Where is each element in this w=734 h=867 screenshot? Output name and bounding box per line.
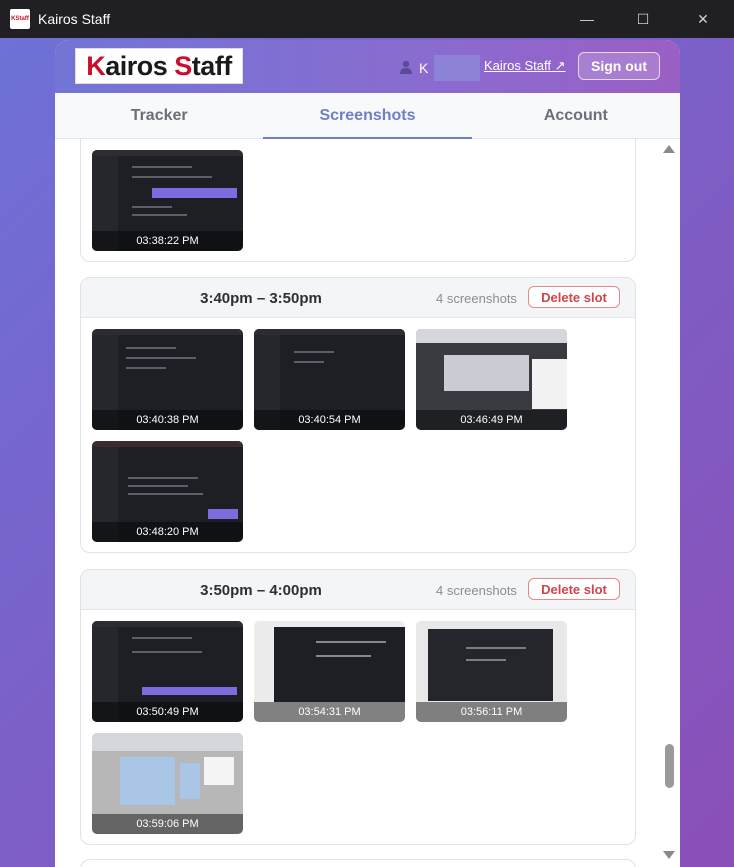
scroll-down-arrow[interactable] xyxy=(663,851,675,859)
app-header: Kairos Staff K Kairos Staff ↗ Sign out xyxy=(55,40,680,93)
slot-screenshot-count: 4 screenshots xyxy=(436,291,517,306)
tab-screenshots[interactable]: Screenshots xyxy=(263,93,472,139)
delete-slot-button[interactable]: Delete slot xyxy=(528,578,620,600)
screenshot-time: 03:59:06 PM xyxy=(92,814,243,834)
screenshot-time: 03:50:49 PM xyxy=(92,702,243,722)
slot-header: 3:50pm – 4:00pm 4 screenshots Delete slo… xyxy=(81,570,635,610)
screenshot-thumbnail[interactable]: 03:46:49 PM xyxy=(416,329,567,430)
slot-time-range: 3:40pm – 3:50pm xyxy=(200,290,322,307)
user-info: K xyxy=(399,55,481,81)
screenshot-thumbnail[interactable]: 03:48:20 PM xyxy=(92,441,243,542)
tab-bar: Tracker Screenshots Account xyxy=(55,93,680,139)
slot-header: 3:40pm – 3:50pm 4 screenshots Delete slo… xyxy=(81,278,635,318)
delete-slot-button[interactable]: Delete slot xyxy=(528,286,620,308)
screenshots-scroll-area[interactable]: 03:38:22 PM 3:40pm – 3:50pm 4 screenshot… xyxy=(55,139,680,867)
screenshot-thumbnail[interactable]: 03:59:06 PM xyxy=(92,733,243,834)
user-initial: K xyxy=(419,60,429,76)
time-slot: 3:40pm – 3:50pm 4 screenshots Delete slo… xyxy=(80,277,636,553)
tab-tracker[interactable]: Tracker xyxy=(55,93,263,138)
screenshot-thumbnail[interactable]: 03:38:22 PM xyxy=(92,150,243,251)
time-slot xyxy=(80,859,636,867)
screenshot-thumbnail[interactable]: 03:56:11 PM xyxy=(416,621,567,722)
screenshot-time: 03:56:11 PM xyxy=(416,702,567,722)
tab-account[interactable]: Account xyxy=(472,93,680,138)
scrollbar-thumb[interactable] xyxy=(665,744,674,788)
kairos-staff-logo: Kairos Staff xyxy=(75,48,243,84)
sign-out-button[interactable]: Sign out xyxy=(578,52,660,80)
maximize-button[interactable]: ☐ xyxy=(620,0,666,38)
screenshot-time: 03:40:54 PM xyxy=(254,410,405,430)
window-title: Kairos Staff xyxy=(38,11,111,27)
kairos-staff-external-link[interactable]: Kairos Staff ↗ xyxy=(484,58,565,74)
app-logo-icon: KStaff xyxy=(10,9,30,29)
screenshot-time: 03:54:31 PM xyxy=(254,702,405,722)
screenshot-thumbnail[interactable]: 03:40:54 PM xyxy=(254,329,405,430)
window-titlebar: KStaff Kairos Staff — ☐ ✕ xyxy=(0,0,734,38)
slot-screenshot-count: 4 screenshots xyxy=(436,583,517,598)
screenshot-time: 03:40:38 PM xyxy=(92,410,243,430)
slot-time-range: 3:50pm – 4:00pm xyxy=(200,582,322,599)
close-button[interactable]: ✕ xyxy=(680,0,726,38)
minimize-button[interactable]: — xyxy=(564,0,610,38)
time-slot: 3:50pm – 4:00pm 4 screenshots Delete slo… xyxy=(80,569,636,845)
screenshot-time: 03:38:22 PM xyxy=(92,231,243,251)
user-name-redacted xyxy=(434,55,481,81)
screenshot-thumbnail[interactable]: 03:50:49 PM xyxy=(92,621,243,722)
screenshot-time: 03:46:49 PM xyxy=(416,410,567,430)
screenshot-thumbnail[interactable]: 03:40:38 PM xyxy=(92,329,243,430)
time-slot: 03:38:22 PM xyxy=(80,139,636,262)
screenshot-thumbnail[interactable]: 03:54:31 PM xyxy=(254,621,405,722)
screenshot-time: 03:48:20 PM xyxy=(92,522,243,542)
user-icon xyxy=(399,60,413,77)
scroll-up-arrow[interactable] xyxy=(663,145,675,153)
app-card: Kairos Staff K Kairos Staff ↗ Sign out T… xyxy=(55,40,680,867)
